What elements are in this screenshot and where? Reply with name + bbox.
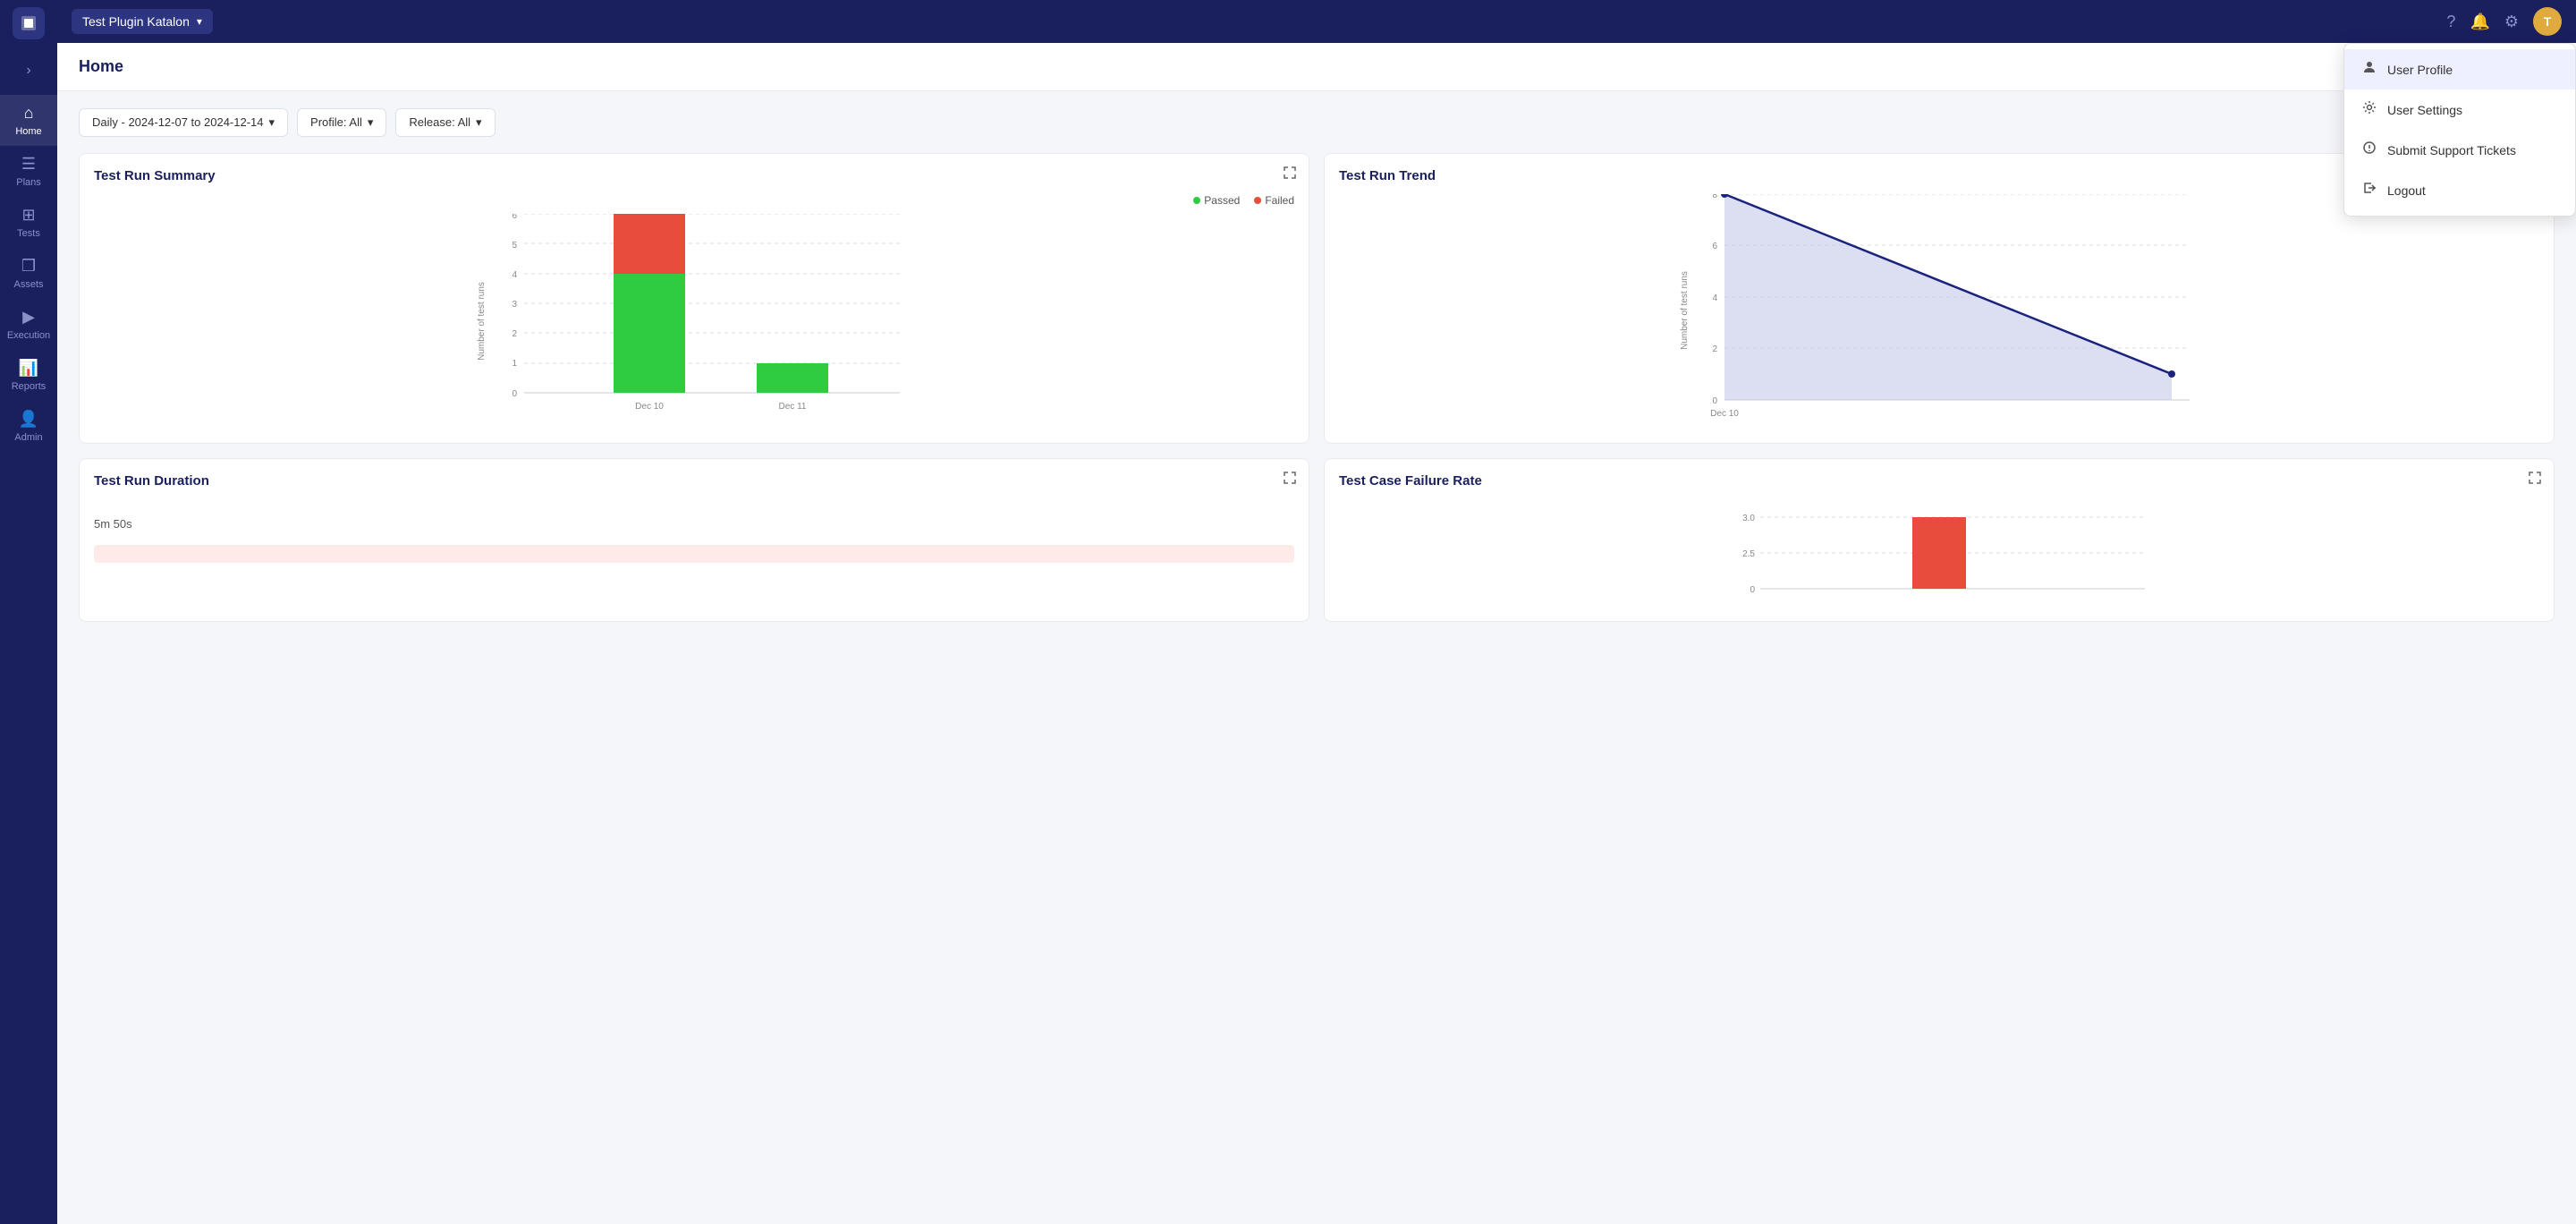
sidebar-item-assets[interactable]: ❒ Assets bbox=[0, 248, 57, 299]
duration-card-title: Test Run Duration bbox=[94, 473, 1294, 489]
plans-icon: ☰ bbox=[21, 155, 36, 174]
test-run-duration-card: Test Run Duration 5m 50s bbox=[79, 458, 1309, 622]
support-label: Submit Support Tickets bbox=[2387, 143, 2516, 157]
sidebar-item-execution[interactable]: ▶ Execution bbox=[0, 299, 57, 350]
summary-legend: Passed Failed bbox=[94, 194, 1294, 207]
topbar-icons: ? 🔔 ⚙ T bbox=[2446, 7, 2562, 36]
sidebar-item-tests-label: Tests bbox=[17, 228, 40, 239]
settings-icon[interactable]: ⚙ bbox=[2504, 13, 2519, 31]
dropdown-user-settings[interactable]: User Settings bbox=[2344, 89, 2575, 130]
sidebar-item-reports-label: Reports bbox=[12, 381, 47, 392]
notification-icon[interactable]: 🔔 bbox=[2470, 13, 2489, 31]
svg-text:Number of test runs: Number of test runs bbox=[477, 282, 487, 361]
tests-icon: ⊞ bbox=[21, 206, 35, 225]
home-icon: ⌂ bbox=[24, 104, 34, 123]
chevron-down-icon: ▾ bbox=[269, 115, 275, 130]
admin-icon: 👤 bbox=[19, 410, 38, 429]
failure-rate-chart: 0 2.5 3.0 bbox=[1339, 499, 2539, 607]
svg-text:0: 0 bbox=[1712, 396, 1717, 406]
dropdown-support[interactable]: Submit Support Tickets bbox=[2344, 130, 2575, 170]
svg-text:0: 0 bbox=[512, 389, 517, 399]
content-area: Daily - 2024-12-07 to 2024-12-14 ▾ Profi… bbox=[57, 91, 2576, 1224]
sidebar-item-home[interactable]: ⌂ Home bbox=[0, 95, 57, 146]
execution-icon: ▶ bbox=[22, 308, 35, 327]
test-run-summary-card: Test Run Summary Passed Failed Number bbox=[79, 153, 1309, 444]
support-icon bbox=[2362, 140, 2377, 159]
svg-text:1: 1 bbox=[512, 359, 517, 369]
sidebar: › ⌂ Home ☰ Plans ⊞ Tests ❒ Assets ▶ Exec… bbox=[0, 0, 57, 1224]
user-profile-icon bbox=[2362, 60, 2377, 79]
svg-text:Dec 10: Dec 10 bbox=[635, 402, 664, 412]
assets-icon: ❒ bbox=[21, 257, 36, 276]
logout-icon bbox=[2362, 181, 2377, 200]
chevron-down-icon: ▾ bbox=[476, 115, 482, 130]
svg-text:Number of test runs: Number of test runs bbox=[1680, 271, 1690, 350]
svg-text:4: 4 bbox=[512, 270, 517, 280]
help-icon[interactable]: ? bbox=[2446, 13, 2455, 31]
logout-label: Logout bbox=[2387, 183, 2426, 198]
summary-expand-btn[interactable] bbox=[1284, 166, 1296, 182]
failure-rate-title: Test Case Failure Rate bbox=[1339, 473, 2539, 489]
duration-expand-btn[interactable] bbox=[1284, 472, 1296, 487]
test-case-failure-rate-card: Test Case Failure Rate 0 2.5 bbox=[1324, 458, 2555, 622]
date-range-label: Daily - 2024-12-07 to 2024-12-14 bbox=[92, 115, 264, 129]
dashboard-grid: Test Run Summary Passed Failed Number bbox=[79, 153, 2555, 622]
svg-text:0: 0 bbox=[1750, 585, 1755, 595]
svg-text:2: 2 bbox=[512, 329, 517, 339]
release-label: Release: All bbox=[409, 115, 470, 129]
svg-text:3.0: 3.0 bbox=[1742, 514, 1755, 523]
sidebar-item-admin[interactable]: 👤 Admin bbox=[0, 401, 57, 452]
sidebar-expand-btn[interactable]: › bbox=[0, 54, 57, 88]
svg-text:8: 8 bbox=[1712, 194, 1717, 200]
profile-filter[interactable]: Profile: All ▾ bbox=[297, 108, 386, 137]
user-dropdown-menu: User Profile User Settings Submit Suppor… bbox=[2343, 43, 2576, 217]
svg-text:6: 6 bbox=[512, 214, 517, 221]
app-logo bbox=[13, 7, 45, 39]
filters-row: Daily - 2024-12-07 to 2024-12-14 ▾ Profi… bbox=[79, 106, 2555, 139]
svg-text:Dec 10: Dec 10 bbox=[1710, 409, 1739, 419]
passed-label: Passed bbox=[1204, 194, 1240, 207]
page-title: Home bbox=[79, 57, 123, 75]
svg-text:3: 3 bbox=[512, 300, 517, 310]
trend-chart: Number of test runs 0 2 4 6 bbox=[1339, 194, 2539, 427]
sidebar-item-plans[interactable]: ☰ Plans bbox=[0, 146, 57, 197]
reports-icon: 📊 bbox=[19, 359, 38, 378]
profile-label: Profile: All bbox=[310, 115, 362, 129]
sidebar-item-home-label: Home bbox=[15, 126, 41, 137]
sidebar-item-reports[interactable]: 📊 Reports bbox=[0, 350, 57, 401]
project-selector[interactable]: Test Plugin Katalon ▾ bbox=[72, 9, 213, 34]
svg-text:5: 5 bbox=[512, 241, 517, 251]
duration-value-label: 5m 50s bbox=[94, 499, 1294, 531]
svg-text:4: 4 bbox=[1712, 293, 1717, 303]
bar-chart: Number of test runs 0 1 bbox=[94, 214, 1294, 429]
dropdown-logout[interactable]: Logout bbox=[2344, 170, 2575, 210]
user-settings-icon bbox=[2362, 100, 2377, 119]
dropdown-user-profile[interactable]: User Profile bbox=[2344, 49, 2575, 89]
topbar: Test Plugin Katalon ▾ ? 🔔 ⚙ T bbox=[57, 0, 2576, 43]
duration-value: 5m 50s bbox=[94, 517, 132, 531]
sidebar-item-assets-label: Assets bbox=[13, 279, 43, 290]
failure-rate-expand-btn[interactable] bbox=[2529, 472, 2541, 487]
date-range-filter[interactable]: Daily - 2024-12-07 to 2024-12-14 ▾ bbox=[79, 108, 288, 137]
sidebar-item-tests[interactable]: ⊞ Tests bbox=[0, 197, 57, 248]
user-settings-label: User Settings bbox=[2387, 103, 2462, 117]
sidebar-item-plans-label: Plans bbox=[16, 177, 41, 188]
svg-text:2: 2 bbox=[1712, 344, 1717, 354]
summary-card-title: Test Run Summary bbox=[94, 168, 1294, 183]
release-filter[interactable]: Release: All ▾ bbox=[395, 108, 495, 137]
avatar[interactable]: T bbox=[2533, 7, 2562, 36]
sidebar-item-execution-label: Execution bbox=[7, 330, 50, 341]
svg-text:Dec 11: Dec 11 bbox=[779, 402, 807, 412]
chevron-down-icon: ▾ bbox=[368, 115, 374, 130]
chevron-down-icon: ▾ bbox=[197, 15, 202, 28]
project-name: Test Plugin Katalon bbox=[82, 14, 190, 29]
svg-text:2.5: 2.5 bbox=[1742, 549, 1755, 559]
page-header: Home bbox=[57, 43, 2576, 91]
sidebar-item-admin-label: Admin bbox=[14, 432, 42, 443]
user-profile-label: User Profile bbox=[2387, 63, 2453, 77]
svg-text:6: 6 bbox=[1712, 242, 1717, 251]
duration-bar bbox=[94, 545, 1294, 563]
failed-label: Failed bbox=[1265, 194, 1294, 207]
